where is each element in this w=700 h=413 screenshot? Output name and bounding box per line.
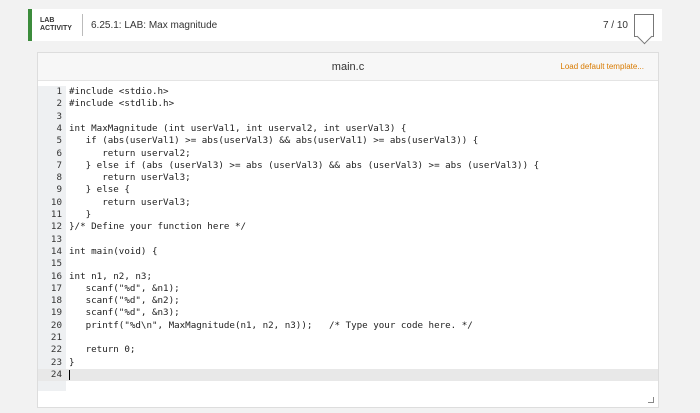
code-text: return 0;: [69, 344, 136, 356]
code-text: int MaxMagnitude (int userVal1, int user…: [69, 122, 407, 134]
code-line[interactable]: 15: [38, 258, 658, 270]
lab-header: LAB ACTIVITY 6.25.1: LAB: Max magnitude …: [28, 9, 662, 41]
code-line[interactable]: 18 scanf("%d", &n2);: [38, 295, 658, 307]
line-number: 7: [56, 159, 62, 171]
code-editor[interactable]: 1 #include <stdio.h> 2 #include <stdlib.h> 3…: [38, 86, 658, 391]
code-line[interactable]: 11 }: [38, 209, 658, 221]
code-line[interactable]: 24: [38, 368, 658, 382]
line-number: 14: [50, 245, 62, 257]
code-line[interactable]: 3: [38, 111, 658, 123]
code-line[interactable]: 14 int main(void) {: [38, 246, 658, 258]
line-number: 22: [50, 344, 62, 356]
code-line[interactable]: 23}: [38, 357, 658, 369]
code-editor-panel: main.c Load default template... 1 #includ…: [37, 52, 659, 408]
code-line[interactable]: 6 return userval2;: [38, 148, 658, 160]
code-text: if (abs(userVal1) >= abs(userVal3) && ab…: [69, 135, 479, 147]
code-line[interactable]: 8 return userVal3;: [38, 172, 658, 184]
line-number: 4: [56, 122, 62, 134]
code-line[interactable]: 19 scanf("%d", &n3);: [38, 307, 658, 319]
line-number: 8: [56, 172, 62, 184]
editor-header: main.c Load default template...: [38, 53, 658, 81]
code-line[interactable]: 9 } else {: [38, 184, 658, 196]
line-number: 23: [50, 356, 62, 368]
code-line[interactable]: 10 return userVal3;: [38, 197, 658, 209]
line-number: 19: [50, 307, 62, 319]
lab-activity-tag: LAB ACTIVITY: [40, 17, 72, 32]
line-number: 16: [50, 270, 62, 282]
code-line[interactable]: 2 #include <stdlib.h>: [38, 98, 658, 110]
line-number: 24: [50, 368, 62, 380]
completion-badge-icon: [634, 13, 654, 37]
line-number: 10: [50, 196, 62, 208]
line-number: 20: [50, 319, 62, 331]
code-line[interactable]: 7 } else if (abs (userVal3) >= abs (user…: [38, 160, 658, 172]
code-text: }: [69, 356, 75, 368]
code-text: scanf("%d", &n1);: [69, 282, 180, 294]
line-number: 17: [50, 282, 62, 294]
line-number: 1: [56, 86, 62, 97]
line-number: 9: [56, 184, 62, 196]
code-line[interactable]: 16 int n1, n2, n3;: [38, 271, 658, 283]
code-text: }/* Define your function here */: [69, 221, 247, 233]
code-text: return userVal3;: [69, 172, 191, 184]
code-text: return userval2;: [69, 147, 191, 159]
code-text: }: [69, 209, 92, 220]
code-line[interactable]: 20 printf("%d\n", MaxMagnitude(n1, n2, n…: [38, 320, 658, 332]
code-text: int n1, n2, n3;: [69, 270, 152, 282]
line-number: 5: [56, 135, 62, 147]
code-line[interactable]: 1 #include <stdio.h>: [38, 86, 658, 98]
line-number: 2: [56, 98, 62, 110]
line-number: 11: [50, 209, 62, 220]
line-number: 13: [50, 233, 62, 245]
line-number: 18: [50, 295, 62, 307]
text-cursor: [69, 369, 70, 380]
score-text: 7 / 10: [602, 19, 628, 31]
code-line[interactable]: 17 scanf("%d", &n1);: [38, 283, 658, 295]
code-text: return userVal3;: [69, 196, 191, 208]
code-text: } else if (abs (userVal3) >= abs (userVa…: [69, 159, 540, 171]
line-number: 15: [50, 258, 62, 270]
header-divider: [82, 14, 83, 36]
line-number: 3: [56, 110, 62, 122]
resize-handle-icon[interactable]: [648, 397, 654, 403]
code-line[interactable]: 21: [38, 332, 658, 344]
code-text: scanf("%d", &n3);: [69, 307, 180, 319]
line-number: 12: [50, 221, 62, 233]
code-text: #include <stdlib.h>: [69, 98, 175, 110]
line-number: 21: [50, 332, 62, 343]
code-text: #include <stdio.h>: [69, 86, 169, 97]
code-line[interactable]: 5 if (abs(userVal1) >= abs(userVal3) && …: [38, 135, 658, 147]
load-default-template-button[interactable]: Load default template...: [560, 62, 644, 71]
code-text: } else {: [69, 184, 130, 196]
code-text: int main(void) {: [69, 245, 158, 257]
code-line[interactable]: 12 }/* Define your function here */: [38, 221, 658, 233]
lab-title: 6.25.1: LAB: Max magnitude: [91, 19, 218, 31]
code-text: printf("%d\n", MaxMagnitude(n1, n2, n3))…: [69, 319, 473, 331]
code-text: scanf("%d", &n2);: [69, 295, 180, 307]
code-line[interactable]: 4 int MaxMagnitude (int userVal1, int use…: [38, 123, 658, 135]
code-line[interactable]: 13: [38, 234, 658, 246]
code-line[interactable]: 22 return 0;: [38, 344, 658, 356]
line-number: 6: [56, 147, 62, 159]
